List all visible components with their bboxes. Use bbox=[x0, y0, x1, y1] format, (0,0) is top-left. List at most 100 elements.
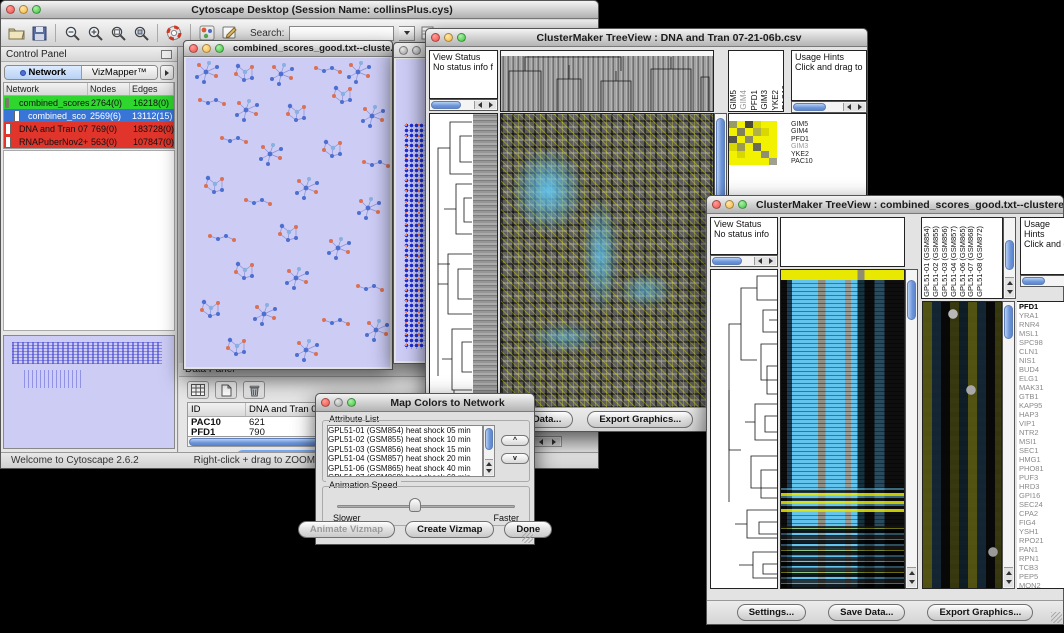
minimize-button[interactable] bbox=[444, 33, 453, 42]
network-view-titlebar[interactable]: combined_scores_good.txt--cluste... bbox=[184, 41, 392, 57]
close-button[interactable] bbox=[431, 33, 440, 42]
selected-submatrix[interactable] bbox=[729, 121, 777, 165]
select-attributes-icon[interactable] bbox=[187, 381, 209, 399]
scrollbar-arrows[interactable] bbox=[534, 438, 560, 446]
zoom-out-icon[interactable] bbox=[63, 24, 81, 42]
column-header[interactable]: Nodes bbox=[88, 83, 130, 95]
minimize-button[interactable] bbox=[412, 46, 421, 55]
main-titlebar[interactable]: Cytoscape Desktop (Session Name: collins… bbox=[1, 1, 598, 19]
attribute-item[interactable]: GPL51-06 (GSM865) heat shock 40 min bbox=[328, 464, 482, 473]
usage-hints-hscrollbar[interactable] bbox=[791, 101, 867, 113]
resize-grip[interactable] bbox=[522, 532, 533, 543]
network-canvas[interactable] bbox=[186, 58, 390, 367]
zoom-button[interactable] bbox=[457, 33, 466, 42]
zoom-button[interactable] bbox=[215, 44, 224, 53]
network-overview-thumbnail[interactable] bbox=[3, 335, 175, 449]
column-header[interactable]: ID bbox=[188, 403, 246, 416]
treeview-button[interactable]: Settings... bbox=[737, 604, 806, 621]
new-attribute-icon[interactable] bbox=[215, 381, 237, 399]
scrollbar-thumb[interactable] bbox=[712, 257, 742, 265]
help-lifebuoy-icon[interactable] bbox=[165, 24, 183, 42]
scrollbar-thumb[interactable] bbox=[1004, 305, 1013, 339]
scrollbar-thumb[interactable] bbox=[485, 428, 493, 450]
view-status-hscrollbar[interactable] bbox=[710, 255, 778, 267]
selected-region-heatmap[interactable] bbox=[922, 301, 1002, 589]
scrollbar-thumb[interactable] bbox=[793, 103, 826, 111]
attribute-item[interactable]: GPL51-03 (GSM856) heat shock 15 min bbox=[328, 445, 482, 454]
scrollbar-thumb[interactable] bbox=[1022, 277, 1045, 285]
save-session-icon[interactable] bbox=[30, 24, 48, 42]
scrollbar-thumb[interactable] bbox=[907, 280, 916, 320]
view-status-hscrollbar[interactable] bbox=[429, 99, 498, 111]
minimize-button[interactable] bbox=[725, 200, 734, 209]
scrollbar-arrows[interactable] bbox=[843, 103, 865, 111]
search-input[interactable] bbox=[289, 26, 394, 41]
usage-hints-hscrollbar[interactable] bbox=[1020, 275, 1064, 287]
selected-region-vscrollbar[interactable] bbox=[1002, 301, 1015, 589]
scrollbar-thumb[interactable] bbox=[1005, 240, 1014, 270]
tab-vizmapper[interactable]: VizMapper™ bbox=[81, 66, 158, 79]
scrollbar-arrows[interactable] bbox=[485, 459, 493, 475]
traffic-lights bbox=[707, 200, 752, 209]
tab-network[interactable]: Network bbox=[5, 66, 81, 79]
gene-dendrogram[interactable] bbox=[429, 113, 473, 409]
treeview-combined-titlebar[interactable]: ClusterMaker TreeView : combined_scores_… bbox=[707, 196, 1063, 214]
minimize-button[interactable] bbox=[19, 5, 28, 14]
move-up-button[interactable]: ^ bbox=[501, 435, 529, 446]
network-list-row[interactable]: combined_sco 2569(6) 13112(15) bbox=[4, 109, 174, 122]
heatmap-matrix[interactable] bbox=[500, 113, 714, 409]
network-list-row[interactable]: combined_scores 2764(0) 16218(0) bbox=[4, 96, 174, 109]
network-list-row[interactable]: RNAPuberNov2+ 563(0) 107847(0) bbox=[4, 135, 174, 148]
column-header[interactable]: Network bbox=[4, 83, 88, 95]
close-button[interactable] bbox=[6, 5, 15, 14]
heatmap-vscrollbar[interactable] bbox=[905, 269, 918, 589]
move-down-button[interactable]: v bbox=[501, 453, 529, 464]
zoom-fit-icon[interactable] bbox=[109, 24, 127, 42]
attribute-item[interactable]: GPL51-07 (GSM868) heat shock 60 min bbox=[328, 473, 482, 477]
close-button[interactable] bbox=[321, 398, 330, 407]
network-list-row[interactable]: DNA and Tran 07 769(0) 183728(0) bbox=[4, 122, 174, 135]
attribute-item[interactable]: GPL51-02 (GSM855) heat shock 10 min bbox=[328, 435, 482, 444]
gene-label-list[interactable]: PFD1YRA1RNR4MSL1SPC98CLN1NIS1BUD4ELG1MAK… bbox=[1017, 301, 1064, 589]
array-dendrogram[interactable] bbox=[500, 50, 714, 112]
attribute-list[interactable]: GPL51-01 (GSM854) heat shock 05 minGPL51… bbox=[327, 425, 483, 477]
attribute-list-vscrollbar[interactable] bbox=[483, 425, 495, 477]
close-button[interactable] bbox=[189, 44, 198, 53]
float-panel-icon[interactable] bbox=[161, 50, 172, 59]
scrollbar-arrows[interactable] bbox=[907, 567, 916, 587]
tab-overflow-button[interactable] bbox=[160, 65, 174, 80]
delete-attribute-trash-icon[interactable] bbox=[243, 381, 265, 399]
treeview-button[interactable]: Export Graphics... bbox=[587, 411, 693, 428]
zoom-button[interactable] bbox=[32, 5, 41, 14]
zoom-in-icon[interactable] bbox=[86, 24, 104, 42]
treeview-button[interactable]: Export Graphics... bbox=[927, 604, 1033, 621]
scrollbar-thumb[interactable] bbox=[431, 101, 461, 109]
zoom-selected-icon[interactable] bbox=[132, 24, 150, 42]
speed-slider-thumb[interactable] bbox=[409, 498, 421, 512]
close-button[interactable] bbox=[712, 200, 721, 209]
scrollbar-arrows[interactable] bbox=[1004, 567, 1013, 587]
minimize-button[interactable] bbox=[202, 44, 211, 53]
treeview-button[interactable]: Save Data... bbox=[828, 604, 905, 621]
scrollbar-arrows[interactable] bbox=[474, 101, 496, 109]
treeview-dna-titlebar[interactable]: ClusterMaker TreeView : DNA and Tran 07-… bbox=[426, 29, 867, 47]
gene-dendrogram[interactable] bbox=[710, 269, 778, 589]
create-vizmap-button[interactable]: Create Vizmap bbox=[405, 521, 494, 538]
animate-vizmap-button[interactable]: Animate Vizmap bbox=[298, 521, 395, 538]
dialog-titlebar[interactable]: Map Colors to Network bbox=[316, 394, 534, 412]
minimize-button[interactable] bbox=[334, 398, 343, 407]
scrollbar-arrows[interactable] bbox=[1005, 277, 1014, 297]
close-button[interactable] bbox=[399, 46, 408, 55]
search-dropdown-button[interactable] bbox=[399, 26, 415, 41]
open-session-icon[interactable] bbox=[7, 24, 25, 42]
attribute-item[interactable]: GPL51-04 (GSM857) heat shock 20 min bbox=[328, 454, 482, 463]
zoom-button[interactable] bbox=[347, 398, 356, 407]
speed-slider-track[interactable] bbox=[337, 505, 515, 508]
array-labels-vscrollbar[interactable] bbox=[1003, 217, 1016, 299]
zoom-button[interactable] bbox=[738, 200, 747, 209]
scrollbar-arrows[interactable] bbox=[754, 257, 776, 265]
heatmap-matrix[interactable] bbox=[780, 269, 905, 589]
column-header[interactable]: Edges bbox=[130, 83, 174, 95]
resize-grip[interactable] bbox=[1051, 612, 1062, 623]
attribute-item[interactable]: GPL51-01 (GSM854) heat shock 05 min bbox=[328, 426, 482, 435]
